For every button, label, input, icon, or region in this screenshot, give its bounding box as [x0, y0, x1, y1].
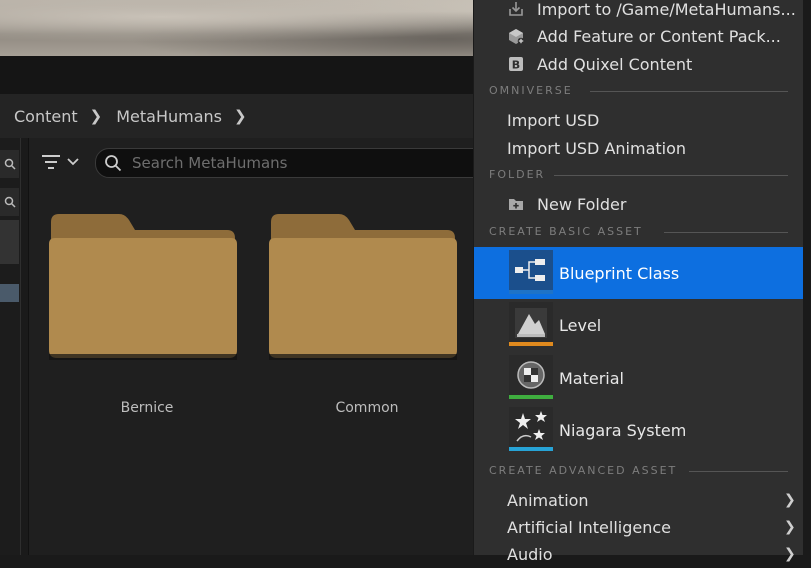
menu-item-label: Import to /Game/MetaHumans... [537, 0, 796, 19]
menu-item-artificial-intelligence[interactable]: Artificial Intelligence ❯ [474, 513, 804, 541]
search-icon[interactable] [0, 150, 19, 178]
folder-icon [269, 214, 457, 360]
filter-icon [42, 155, 60, 169]
menu-item-label: Audio [507, 544, 553, 564]
section-header-folder: FOLDER [489, 168, 546, 181]
section-header-create-basic-asset: CREATE BASIC ASSET [489, 225, 643, 238]
section-header-omniverse: OMNIVERSE [489, 84, 573, 97]
menu-item-label: Material [559, 368, 624, 388]
chevron-right-icon: ❯ [784, 492, 796, 508]
menu-item-blueprint-class[interactable]: Blueprint Class [474, 247, 804, 299]
menu-item-label: Add Feature or Content Pack... [537, 26, 781, 46]
section-header-create-advanced-asset: CREATE ADVANCED ASSET [489, 464, 678, 477]
menu-edge [803, 0, 811, 555]
asset-type-bar [509, 290, 553, 294]
section-divider [689, 471, 788, 472]
asset-type-bar [509, 342, 553, 346]
asset-type-bar [509, 447, 553, 451]
menu-item-label: Import USD [507, 110, 600, 130]
niagara-icon [509, 407, 553, 451]
menu-item-niagara-system[interactable]: Niagara System [474, 404, 804, 456]
section-divider [554, 175, 788, 176]
sources-tree-item[interactable] [0, 220, 19, 264]
chevron-down-icon [67, 158, 79, 166]
menu-item-add-feature[interactable]: Add Feature or Content Pack... [474, 22, 804, 50]
menu-item-new-folder[interactable]: New Folder [474, 190, 804, 218]
folder-label: Common [335, 400, 399, 416]
chevron-right-icon: ❯ [784, 519, 796, 535]
content-browser: Bernice Common [28, 138, 483, 555]
selected-source-item[interactable] [0, 284, 19, 302]
menu-item-label: Artificial Intelligence [507, 517, 671, 537]
menu-item-label: Import USD Animation [507, 138, 687, 158]
blueprint-icon [509, 250, 553, 294]
section-divider [590, 91, 788, 92]
folder-tile-bernice[interactable] [47, 210, 239, 360]
chevron-right-icon: ❯ [784, 546, 796, 562]
search-input[interactable] [130, 153, 464, 173]
menu-item-label: Level [559, 315, 602, 335]
import-icon [507, 0, 525, 18]
menu-item-import[interactable]: Import to /Game/MetaHumans... [474, 0, 804, 23]
section-divider [664, 232, 788, 233]
add-context-menu: Import to /Game/MetaHumans... Add Featur… [473, 0, 804, 564]
menu-item-import-usd-animation[interactable]: Import USD Animation [474, 134, 804, 162]
menu-item-import-usd[interactable]: Import USD [474, 106, 804, 134]
chevron-right-icon[interactable]: ❯ [78, 107, 103, 125]
breadcrumb: Content ❯ MetaHumans ❯ [0, 94, 480, 138]
search-box[interactable] [95, 148, 483, 178]
search-icon[interactable] [0, 188, 19, 216]
menu-item-level[interactable]: Level [474, 299, 804, 351]
svg-text:B: B [512, 59, 520, 72]
menu-item-animation[interactable]: Animation ❯ [474, 486, 804, 514]
filter-button[interactable] [41, 150, 85, 174]
menu-item-label: Niagara System [559, 420, 687, 440]
new-folder-icon [507, 195, 525, 213]
menu-item-audio[interactable]: Audio ❯ [474, 540, 804, 568]
menu-item-label: New Folder [537, 194, 627, 214]
folder-label: Bernice [120, 400, 174, 416]
folder-tile-common[interactable] [267, 210, 459, 360]
content-toolbar [29, 138, 483, 186]
menu-item-material[interactable]: Material [474, 352, 804, 404]
menu-item-add-quixel[interactable]: B Add Quixel Content [474, 50, 804, 78]
content-pack-icon [507, 27, 525, 45]
breadcrumb-item-content[interactable]: Content [0, 107, 78, 126]
menu-item-label: Blueprint Class [559, 263, 680, 283]
menu-item-label: Animation [507, 490, 589, 510]
material-icon [509, 355, 553, 399]
menu-item-label: Add Quixel Content [537, 54, 693, 74]
level-icon [509, 302, 553, 346]
asset-type-bar [509, 395, 553, 399]
breadcrumb-item-metahumans[interactable]: MetaHumans [102, 107, 222, 126]
quixel-icon: B [507, 55, 525, 73]
sources-panel [0, 138, 21, 555]
chevron-right-icon[interactable]: ❯ [222, 107, 247, 125]
folder-icon [49, 214, 237, 360]
search-icon [105, 155, 122, 172]
